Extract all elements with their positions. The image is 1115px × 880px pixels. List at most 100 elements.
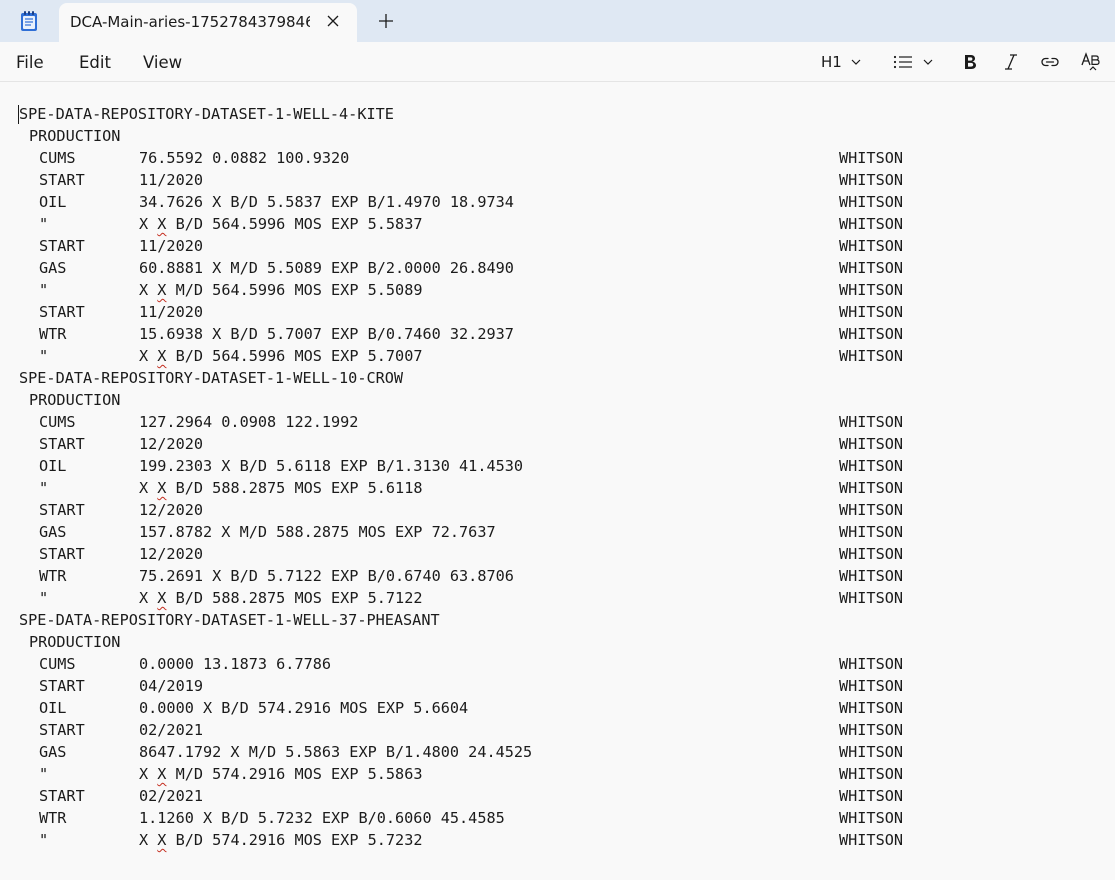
row-keyword: OIL [39,699,67,717]
row-keyword: GAS [39,523,67,541]
row-value: 11/2020 [139,171,204,189]
spelling-error-underline[interactable]: X [157,347,166,365]
well-name-line: SPE-DATA-REPOSITORY-DATASET-1-WELL-10-CR… [19,369,404,387]
row-owner: WHITSON [839,501,904,519]
row-value: X X B/D 574.2916 MOS EXP 5.7232 [139,831,423,849]
plus-icon[interactable] [377,12,395,30]
row-keyword: START [39,677,85,695]
well-name-line: SPE-DATA-REPOSITORY-DATASET-1-WELL-37-PH… [19,611,440,629]
data-row-line: GAS 157.8782 X M/D 588.2875 MOS EXP 72.76… [19,521,903,543]
row-value: 199.2303 X B/D 5.6118 EXP B/1.3130 41.45… [139,457,524,475]
row-keyword: START [39,787,85,805]
section-line: PRODUCTION [29,391,121,409]
data-row-line: OIL 0.0000 X B/D 574.2916 MOS EXP 5.6604 W… [19,697,903,719]
row-keyword: " [39,479,49,497]
italic-icon [1005,54,1017,70]
row-keyword: GAS [39,259,67,277]
text-editor[interactable]: SPE-DATA-REPOSITORY-DATASET-1-WELL-4-KIT… [0,83,1115,880]
text-caret [18,105,19,124]
row-keyword: OIL [39,193,67,211]
data-row-line: START 12/2020 WHITSON [19,543,903,565]
row-owner: WHITSON [839,303,904,321]
row-owner: WHITSON [839,325,904,343]
row-keyword: START [39,171,85,189]
row-value: 04/2019 [139,677,204,695]
data-row-line: " X X M/D 564.5996 MOS EXP 5.5089 WHITSON [19,279,903,301]
menu-edit[interactable]: Edit [79,53,111,72]
data-row-line: WTR 1.1260 X B/D 5.7232 EXP B/0.6060 45.4… [19,807,903,829]
row-owner: WHITSON [839,567,904,585]
data-row-line: " X X B/D 564.5996 MOS EXP 5.7007 WHITSON [19,345,903,367]
row-owner: WHITSON [839,677,904,695]
row-value: X X B/D 564.5996 MOS EXP 5.7007 [139,347,423,365]
data-row-line: " X X M/D 574.2916 MOS EXP 5.5863 WHITSON [19,763,903,785]
row-keyword: " [39,831,49,849]
row-owner: WHITSON [839,281,904,299]
row-keyword: START [39,237,85,255]
link-button[interactable] [1040,50,1060,74]
spelling-error-underline[interactable]: X [157,215,166,233]
row-value: 12/2020 [139,435,204,453]
row-value: 11/2020 [139,237,204,255]
data-row-line: GAS 60.8881 X M/D 5.5089 EXP B/2.0000 26.… [19,257,903,279]
spelling-error-underline[interactable]: X [157,589,166,607]
row-keyword: START [39,501,85,519]
row-keyword: " [39,215,49,233]
row-value: X X B/D 564.5996 MOS EXP 5.5837 [139,215,423,233]
row-owner: WHITSON [839,413,904,431]
data-row-line: CUMS 0.0000 13.1873 6.7786 WHITSON [19,653,903,675]
row-keyword: " [39,589,49,607]
data-row-line: START 11/2020 WHITSON [19,301,903,323]
spellcheck-icon [1081,52,1100,71]
data-row-line: START 11/2020 WHITSON [19,235,903,257]
row-keyword: " [39,765,49,783]
data-row-line: CUMS 76.5592 0.0882 100.9320 WHITSON [19,147,903,169]
row-keyword: WTR [39,567,67,585]
row-value: 11/2020 [139,303,204,321]
row-keyword: CUMS [39,655,76,673]
tab-title: DCA-Main-aries-1752784379846.txt [70,13,310,31]
italic-button[interactable] [1002,50,1020,74]
row-owner: WHITSON [839,721,904,739]
data-row-line: OIL 34.7626 X B/D 5.5837 EXP B/1.4970 18.… [19,191,903,213]
row-value: 12/2020 [139,545,204,563]
bold-button[interactable] [961,50,979,74]
spelling-error-underline[interactable]: X [157,281,166,299]
data-row-line: " X X B/D 574.2916 MOS EXP 5.7232 WHITSON [19,829,903,851]
list-dropdown[interactable] [893,50,934,74]
row-keyword: START [39,303,85,321]
row-value: 127.2964 0.0908 122.1992 [139,413,359,431]
row-owner: WHITSON [839,545,904,563]
row-owner: WHITSON [839,655,904,673]
notepad-icon [21,11,37,31]
row-keyword: CUMS [39,413,76,431]
row-value: 1.1260 X B/D 5.7232 EXP B/0.6060 45.4585 [139,809,505,827]
data-row-line: GAS 8647.1792 X M/D 5.5863 EXP B/1.4800 2… [19,741,903,763]
row-owner: WHITSON [839,237,904,255]
menu-file[interactable]: File [16,53,44,72]
row-value: 15.6938 X B/D 5.7007 EXP B/0.7460 32.293… [139,325,514,343]
row-keyword: WTR [39,325,67,343]
menu-bar: File Edit View H1 [0,42,1115,82]
row-keyword: " [39,347,49,365]
row-keyword: START [39,545,85,563]
chevron-down-icon [923,59,933,65]
close-icon[interactable] [325,13,341,29]
title-bar[interactable]: DCA-Main-aries-1752784379846.txt [0,0,1115,42]
spelling-error-underline[interactable]: X [157,831,166,849]
heading-dropdown[interactable]: H1 [821,50,862,74]
spelling-error-underline[interactable]: X [157,765,166,783]
spelling-error-underline[interactable]: X [157,479,166,497]
tab-document[interactable]: DCA-Main-aries-1752784379846.txt [59,3,357,42]
row-value: 60.8881 X M/D 5.5089 EXP B/2.0000 26.849… [139,259,514,277]
menu-view[interactable]: View [143,53,182,72]
section-line: PRODUCTION [29,127,121,145]
row-owner: WHITSON [839,589,904,607]
row-value: 8647.1792 X M/D 5.5863 EXP B/1.4800 24.4… [139,743,533,761]
row-value: 02/2021 [139,787,204,805]
document-text[interactable]: SPE-DATA-REPOSITORY-DATASET-1-WELL-4-KIT… [18,103,903,851]
data-row-line: WTR 75.2691 X B/D 5.7122 EXP B/0.6740 63.… [19,565,903,587]
row-owner: WHITSON [839,831,904,849]
spellcheck-button[interactable] [1080,50,1102,74]
data-row-line: START 02/2021 WHITSON [19,785,903,807]
